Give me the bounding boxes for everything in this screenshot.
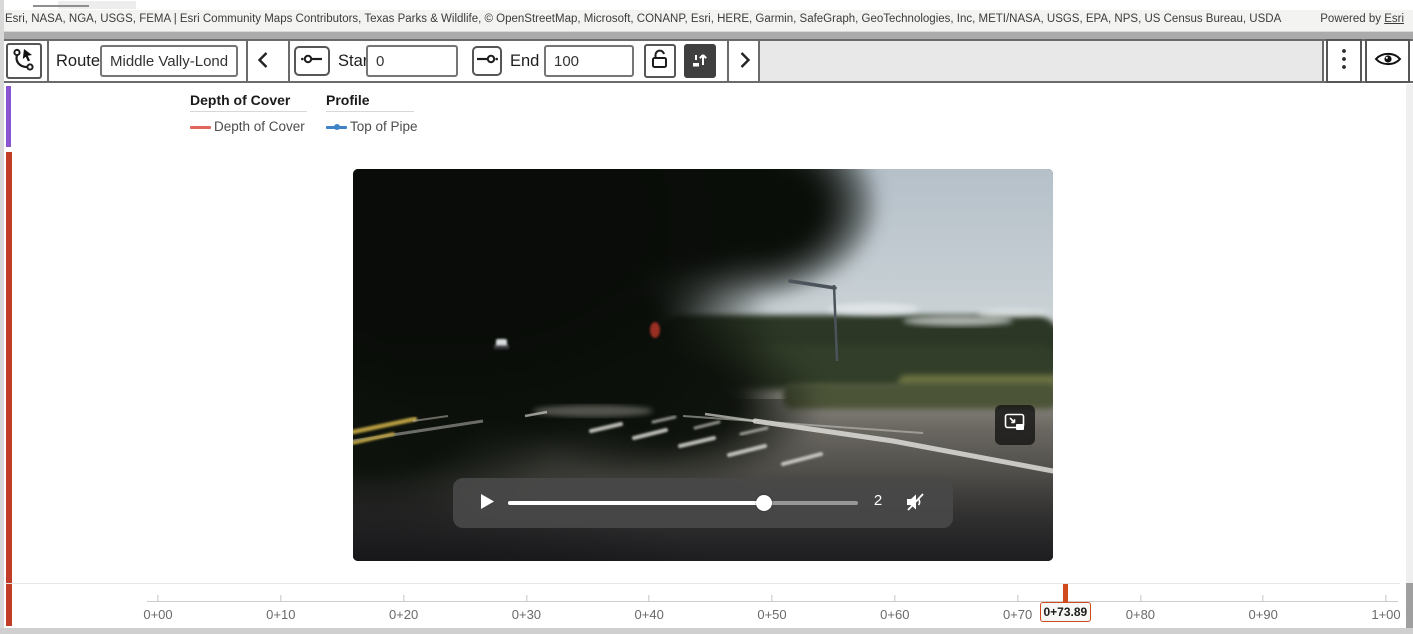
eye-icon [1374, 50, 1402, 73]
top-edge-remnant-underline [33, 5, 89, 7]
axis-tick: 0+20 [389, 595, 418, 622]
kebab-menu-icon [1341, 47, 1347, 76]
axis-tick-label: 0+00 [143, 607, 172, 622]
legend-swatch-depth-of-cover [190, 126, 211, 129]
route-label: Route [56, 41, 100, 81]
route-select-button[interactable] [6, 43, 42, 79]
muted-speaker-icon [904, 491, 926, 516]
axis-tick-mark [1385, 595, 1386, 601]
progress-slider-fill [508, 501, 764, 505]
legend-item-top-of-pipe: Top of Pipe [350, 119, 418, 134]
vertical-scrollbar-track[interactable] [1406, 84, 1413, 628]
lock-button[interactable] [644, 44, 676, 78]
play-icon [481, 494, 494, 512]
axis-tick-label: 0+20 [389, 607, 418, 622]
start-input[interactable] [366, 45, 458, 77]
attribution-sources: Esri, NASA, NGA, USGS, FEMA | Esri Commu… [5, 13, 1281, 25]
axis-tick: 1+00 [1371, 595, 1400, 622]
legend-underline [190, 111, 307, 112]
axis-tick-mark [526, 595, 527, 601]
axis-tick-mark [649, 595, 650, 601]
more-options-button[interactable] [1326, 39, 1362, 83]
axis-tick-label: 0+80 [1126, 607, 1155, 622]
window-bottom-edge [0, 628, 1413, 634]
progress-slider-thumb[interactable] [756, 495, 772, 511]
chevron-right-icon [736, 50, 754, 73]
axis-tick: 0+60 [880, 595, 909, 622]
axis-tick-mark [1140, 595, 1141, 601]
playback-rate-label: 2 [865, 492, 891, 509]
axis-tick-label: 1+00 [1371, 607, 1400, 622]
axis-tick-label: 0+60 [880, 607, 909, 622]
axis-tick-mark [403, 595, 404, 601]
axis-tick: 0+00 [143, 595, 172, 622]
swap-direction-icon [690, 49, 710, 74]
end-station-icon [475, 52, 499, 71]
window-left-edge [0, 0, 4, 634]
axis-tick-label: 0+70 [1003, 607, 1032, 622]
app-window: Esri, NASA, NGA, USGS, FEMA | Esri Commu… [0, 0, 1413, 634]
esri-link[interactable]: Esri [1384, 13, 1404, 25]
axis-tick-mark [1263, 595, 1264, 601]
powered-by: Powered by Esri [1320, 13, 1404, 25]
axis-tick: 0+30 [512, 595, 541, 622]
axis-tick: 0+80 [1126, 595, 1155, 622]
route-input[interactable] [100, 45, 238, 77]
axis-tick-label: 0+30 [512, 607, 541, 622]
start-station-button[interactable] [294, 46, 330, 76]
mute-button[interactable] [901, 491, 929, 515]
end-station-button[interactable] [472, 46, 502, 76]
axis-tick: 0+90 [1249, 595, 1278, 622]
legend-underline [326, 111, 414, 112]
separator-band [0, 32, 1413, 39]
vertical-scrollbar-thumb[interactable] [1406, 583, 1413, 628]
unlock-icon [649, 47, 671, 76]
axis-tick: 0+50 [757, 595, 786, 622]
axis-tick-label: 0+10 [266, 607, 295, 622]
route-select-icon [11, 46, 37, 77]
axis-tick-label: 0+90 [1249, 607, 1278, 622]
video-player[interactable]: 2 [353, 169, 1053, 561]
play-button[interactable] [473, 489, 501, 517]
axis-tick: 0+40 [635, 595, 664, 622]
toolbar-separator [288, 39, 290, 83]
axis-tick-mark [894, 595, 895, 601]
toolbar-separator [47, 39, 49, 83]
accent-bar-orange [6, 152, 12, 626]
start-station-icon [300, 52, 324, 71]
axis-tick-label: 0+40 [635, 607, 664, 622]
next-route-button[interactable] [732, 48, 758, 74]
station-marker-line [1063, 584, 1068, 602]
axis-tick-mark [280, 595, 281, 601]
chevron-left-icon [254, 50, 272, 73]
end-input[interactable] [544, 45, 634, 77]
axis-tick-mark [157, 595, 158, 601]
end-label: End [510, 41, 539, 81]
previous-route-button[interactable] [250, 48, 276, 74]
accent-bar-purple [6, 86, 11, 147]
picture-in-picture-icon [1004, 413, 1026, 437]
legend-group-title-depth: Depth of Cover [190, 92, 290, 108]
legend-group-title-profile: Profile [326, 92, 370, 108]
swap-direction-button[interactable] [684, 44, 716, 78]
chart-baseline [6, 583, 1400, 584]
station-marker-label: 0+73.89 [1040, 602, 1091, 622]
map-attribution-bar: Esri, NASA, NGA, USGS, FEMA | Esri Commu… [0, 10, 1413, 32]
visibility-button[interactable] [1365, 39, 1410, 83]
toolbar-separator [246, 39, 248, 83]
legend-swatch-dot [334, 124, 340, 130]
axis-tick-mark [1017, 595, 1018, 601]
legend-item-depth-of-cover: Depth of Cover [214, 119, 305, 134]
toolbar-filler-panel [758, 39, 1324, 83]
axis-tick: 0+70 [1003, 595, 1032, 622]
picture-in-picture-button[interactable] [995, 405, 1035, 445]
video-controls-bar: 2 [453, 478, 953, 528]
axis-tick: 0+10 [266, 595, 295, 622]
axis-tick-mark [771, 595, 772, 601]
powered-by-text: Powered by [1320, 13, 1384, 25]
axis-tick-label: 0+50 [757, 607, 786, 622]
toolbar-separator [727, 39, 729, 83]
